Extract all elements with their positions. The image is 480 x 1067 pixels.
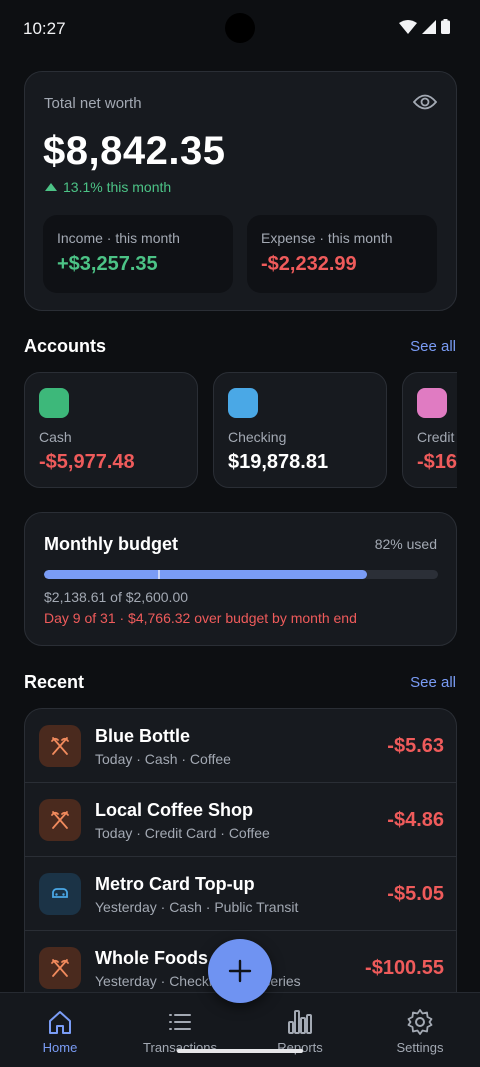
- eye-icon[interactable]: [413, 93, 437, 111]
- accounts-title: Accounts: [24, 336, 107, 356]
- gesture-bar: [177, 1049, 303, 1053]
- account-balance: $19,878.81: [228, 451, 329, 473]
- wifi-icon: [399, 19, 417, 34]
- account-name: Credit: [417, 429, 455, 445]
- transaction-amount: -$100.55: [365, 957, 444, 979]
- nav-settings[interactable]: Settings: [360, 993, 480, 1067]
- transaction-name: Local Coffee Shop: [95, 800, 254, 820]
- utensils-icon: [39, 799, 81, 841]
- budget-progress-fill: [44, 570, 367, 579]
- car-icon: [39, 873, 81, 915]
- plus-icon: [228, 959, 252, 983]
- account-card-cash[interactable]: Cash -$5,977.48: [24, 372, 198, 488]
- trend-up-icon: [45, 183, 57, 191]
- transaction-meta: Today · Credit Card · Coffee: [95, 825, 270, 841]
- accounts-carousel[interactable]: Cash -$5,977.48 Checking $19,878.81 Cred…: [24, 372, 457, 488]
- account-color-swatch: [228, 388, 258, 418]
- income-summary: Income · this month +$3,257.35: [43, 215, 233, 293]
- net-worth-label: Total net worth: [44, 95, 142, 112]
- transaction-row[interactable]: Local Coffee Shop Today · Credit Card · …: [25, 783, 456, 857]
- transaction-name: Blue Bottle: [95, 726, 191, 746]
- transaction-meta: Today · Cash · Coffee: [95, 751, 231, 767]
- budget-title: Monthly budget: [44, 534, 178, 554]
- transaction-meta: Yesterday · Cash · Public Transit: [95, 899, 299, 915]
- status-icons: [399, 19, 450, 34]
- net-worth-card: Total net worth $8,842.35 13.1% this mon…: [24, 71, 457, 311]
- transaction-amount: -$5.05: [387, 883, 444, 905]
- transaction-amount: -$4.86: [387, 809, 444, 831]
- status-time: 10:27: [23, 19, 66, 38]
- transaction-row[interactable]: Blue Bottle Today · Cash · Coffee -$5.63: [25, 709, 456, 783]
- transaction-amount: -$5.63: [387, 735, 444, 757]
- budget-progress-bar: [44, 570, 438, 579]
- recent-see-all-link[interactable]: See all: [410, 674, 456, 691]
- status-bar: 10:27: [0, 0, 480, 56]
- home-icon: [49, 1011, 71, 1034]
- income-value: +$3,257.35: [57, 253, 158, 275]
- recent-title: Recent: [24, 672, 85, 692]
- signal-icon: [422, 19, 436, 34]
- battery-icon: [441, 19, 450, 34]
- nav-transactions[interactable]: Transactions: [120, 993, 240, 1067]
- nav-label: Settings: [396, 1040, 444, 1055]
- account-balance: -$5,977.48: [39, 451, 135, 473]
- bar-chart-icon: [288, 1010, 312, 1034]
- expense-summary: Expense · this month -$2,232.99: [247, 215, 437, 293]
- transaction-row[interactable]: Metro Card Top-up Yesterday · Cash · Pub…: [25, 857, 456, 931]
- utensils-icon: [39, 725, 81, 767]
- nav-label: Home: [42, 1040, 78, 1055]
- account-color-swatch: [39, 388, 69, 418]
- account-name: Cash: [39, 429, 72, 445]
- account-name: Checking: [228, 429, 287, 445]
- camera-cutout: [225, 13, 255, 43]
- budget-amount: $2,138.61 of $2,600.00: [44, 589, 189, 605]
- monthly-budget-card[interactable]: Monthly budget 82% used $2,138.61 of $2,…: [24, 512, 457, 646]
- net-worth-value: $8,842.35: [43, 129, 226, 173]
- expense-value: -$2,232.99: [261, 253, 357, 275]
- accounts-see-all-link[interactable]: See all: [410, 338, 456, 355]
- utensils-icon: [39, 947, 81, 989]
- transaction-name: Whole Foods: [95, 948, 208, 968]
- account-balance: -$16: [417, 451, 457, 473]
- net-worth-change: 13.1% this month: [45, 179, 171, 195]
- account-card-credit[interactable]: Credit -$16: [402, 372, 457, 488]
- add-transaction-button[interactable]: [208, 939, 272, 1003]
- bottom-navigation: Home Transactions Reports Settings: [0, 992, 480, 1067]
- list-icon: [169, 1014, 191, 1030]
- nav-reports[interactable]: Reports: [240, 993, 360, 1067]
- expense-label: Expense · this month: [261, 230, 393, 246]
- account-color-swatch: [417, 388, 447, 418]
- transaction-name: Metro Card Top-up: [95, 874, 255, 894]
- budget-used: 82% used: [374, 536, 437, 552]
- income-label: Income · this month: [57, 230, 180, 246]
- gear-icon: [407, 1009, 433, 1035]
- budget-day-marker: [158, 570, 160, 579]
- net-worth-change-text: 13.1% this month: [63, 179, 172, 195]
- budget-warning: Day 9 of 31 · $4,766.32 over budget by m…: [44, 610, 357, 626]
- nav-home[interactable]: Home: [0, 993, 120, 1067]
- account-card-checking[interactable]: Checking $19,878.81: [213, 372, 387, 488]
